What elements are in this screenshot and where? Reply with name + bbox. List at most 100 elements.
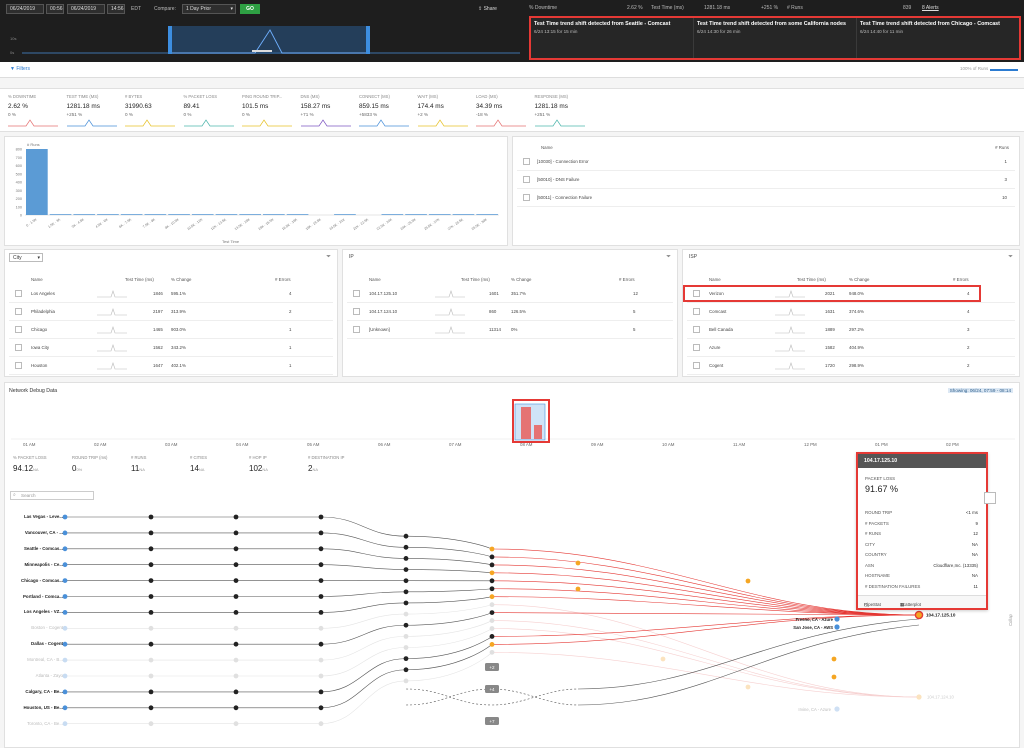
hop-node[interactable] <box>489 594 495 600</box>
hop-node[interactable] <box>233 578 239 583</box>
hop-node[interactable] <box>403 611 409 617</box>
hop-node[interactable] <box>148 610 154 615</box>
hop-node[interactable] <box>233 657 239 663</box>
metric-card[interactable]: % PACKET LOSS 89.41 0 % <box>183 94 242 127</box>
source-node[interactable] <box>62 514 68 520</box>
hop-node[interactable] <box>233 625 239 631</box>
hop-node[interactable] <box>318 530 324 536</box>
hop-node[interactable] <box>318 689 324 695</box>
histogram-bar[interactable] <box>286 214 309 215</box>
source-label[interactable]: Houston, US - Be... <box>7 705 63 710</box>
error-row[interactable]: [50011] - Connection Failure 10 <box>517 190 1015 207</box>
hop-node[interactable] <box>318 514 324 520</box>
aggregate-badge[interactable]: +4 <box>485 685 499 693</box>
filter-icon[interactable]: ⏷ <box>1008 254 1013 261</box>
destination-node[interactable] <box>914 610 924 620</box>
hop-node[interactable] <box>660 656 666 662</box>
source-label[interactable]: Toronto, CA - Be... <box>7 721 63 726</box>
row-checkbox[interactable] <box>15 362 22 369</box>
hop-node[interactable] <box>403 656 409 662</box>
search-input[interactable]: ⌕ Search <box>10 491 94 500</box>
hop-node[interactable] <box>318 546 324 552</box>
filter-icon[interactable]: ⏷ <box>326 254 331 261</box>
source-node[interactable] <box>62 641 68 647</box>
row-checkbox[interactable] <box>523 158 530 165</box>
histogram-bar[interactable] <box>263 214 285 215</box>
hop-node[interactable] <box>575 586 581 592</box>
alert-card[interactable]: Test Time trend shift detected from Chic… <box>857 18 1019 58</box>
row-checkbox[interactable] <box>693 308 700 315</box>
tooltip-close-button[interactable] <box>984 492 996 504</box>
source-label[interactable]: Chicago - Comcas... <box>7 578 63 583</box>
table-row[interactable]: Philadelphia 2197 313.9% 2 <box>9 304 333 321</box>
source-node[interactable] <box>62 578 68 583</box>
hop-node[interactable] <box>745 578 751 584</box>
hop-node[interactable] <box>489 642 495 647</box>
source-label[interactable]: Dallas - Cogent <box>7 641 63 646</box>
histogram-bar[interactable] <box>120 214 143 215</box>
hop-node[interactable] <box>403 567 409 572</box>
hop-node[interactable] <box>575 560 581 566</box>
hop-node[interactable] <box>403 556 409 561</box>
hop-node[interactable] <box>318 578 324 583</box>
hop-node[interactable] <box>318 625 324 631</box>
hop-node[interactable] <box>148 721 154 727</box>
aggregate-badge[interactable]: +7 <box>485 717 499 725</box>
hop-node[interactable] <box>489 610 495 615</box>
histogram-bar[interactable] <box>334 214 356 215</box>
source-node[interactable] <box>62 705 68 711</box>
histogram-bar[interactable] <box>428 214 451 215</box>
hop-node[interactable] <box>318 705 324 711</box>
hop-node[interactable] <box>403 578 409 584</box>
row-checkbox[interactable] <box>693 326 700 333</box>
metric-card[interactable]: WAIT (MS) 174.4 ms +2 % <box>417 94 476 127</box>
hop-node[interactable] <box>233 514 239 520</box>
metric-card[interactable]: % DOWNTIME 2.62 % 0 % <box>8 94 66 127</box>
hop-node[interactable] <box>233 689 239 695</box>
source-node[interactable] <box>62 610 68 615</box>
hop-node[interactable] <box>233 546 239 552</box>
hop-node[interactable] <box>148 625 154 631</box>
hop-node[interactable] <box>233 641 239 647</box>
row-checkbox[interactable] <box>693 344 700 351</box>
table-row[interactable]: 104.17.124.10 860 126.5% 5 <box>347 304 673 321</box>
hop-node[interactable] <box>318 562 324 568</box>
source-node[interactable] <box>62 562 68 568</box>
hop-node[interactable] <box>318 641 324 647</box>
source-label[interactable]: Atlanta - Zayo <box>7 673 63 678</box>
histogram-bar[interactable] <box>476 214 498 215</box>
histogram-bar[interactable] <box>405 214 427 215</box>
hop-node[interactable] <box>318 594 324 599</box>
filters-toggle[interactable]: ▼ Filters <box>10 66 30 72</box>
go-button[interactable]: GO <box>240 4 260 14</box>
source-label[interactable]: Minneapolis - Ce... <box>7 562 63 567</box>
hop-node[interactable] <box>489 554 495 560</box>
source-label[interactable]: Boston - Cogent <box>7 625 63 630</box>
table-row[interactable]: Los Angeles 1846 595.1% 4 <box>9 286 333 303</box>
col-test-time[interactable]: Test Time (ms) <box>461 277 490 282</box>
hop-node[interactable] <box>233 721 239 727</box>
col-test-time[interactable]: Test Time (ms) <box>797 277 826 282</box>
metric-card[interactable]: # BYTES 31990.63 0 % <box>125 94 183 127</box>
hop-node[interactable] <box>233 673 239 679</box>
hop-node[interactable] <box>148 657 154 663</box>
hop-node[interactable] <box>403 622 409 628</box>
hop-node-irvine[interactable] <box>834 706 840 712</box>
histogram-bar[interactable] <box>26 149 48 215</box>
source-node[interactable] <box>62 673 68 679</box>
row-checkbox[interactable] <box>353 326 360 333</box>
hop-node[interactable] <box>403 645 409 650</box>
source-node[interactable] <box>62 721 68 727</box>
hop-node[interactable] <box>403 667 409 673</box>
source-label[interactable]: Seattle - Comcas... <box>7 546 63 551</box>
aggregate-badge[interactable]: +2 <box>485 663 499 671</box>
metric-card[interactable]: DNS (MS) 158.27 ms +71 % <box>300 94 359 127</box>
hop-node[interactable] <box>403 633 409 639</box>
end-date-input[interactable]: 06/24/2019 <box>67 4 105 14</box>
debug-timeline[interactable] <box>5 397 1021 457</box>
timeline-handle-right[interactable] <box>366 26 370 54</box>
histogram-bar[interactable] <box>73 214 96 215</box>
filter-icon[interactable]: ⏷ <box>666 254 671 261</box>
row-checkbox[interactable] <box>523 194 530 201</box>
compare-select[interactable]: 1 Day Prior ▾ <box>182 4 236 14</box>
